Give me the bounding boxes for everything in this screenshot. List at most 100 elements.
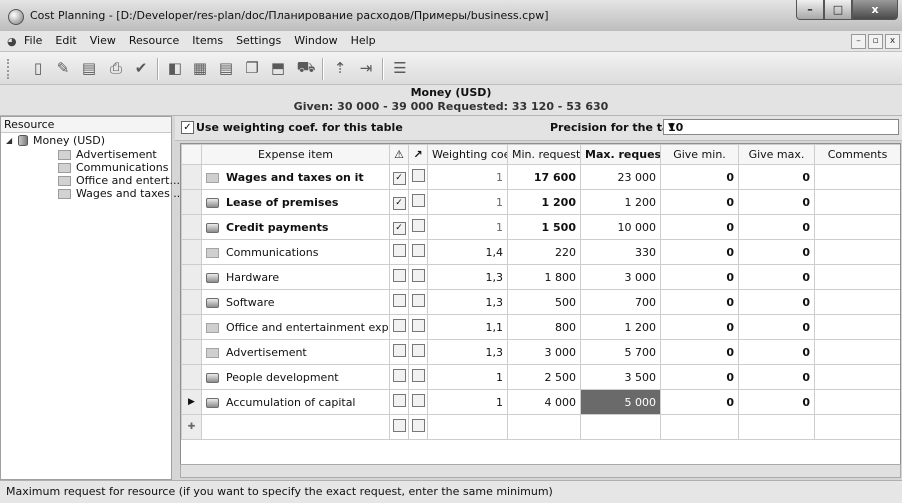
expense-item-cell[interactable] <box>201 414 390 440</box>
external-checkbox[interactable] <box>411 294 425 307</box>
max-request-cell[interactable]: 5 700 <box>580 339 661 365</box>
expense-item-cell[interactable]: Advertisement <box>201 339 390 365</box>
table-row[interactable]: Hardware 1,3 1 800 3 000 0 0 <box>181 264 900 290</box>
weighting-coef-cell[interactable]: 1,1 <box>427 314 508 340</box>
table-row[interactable]: Communications 1,4 220 330 0 0 <box>181 239 900 265</box>
give-max-cell[interactable]: 0 <box>738 264 815 290</box>
warning-checkbox[interactable] <box>392 269 406 282</box>
external-checkbox[interactable] <box>411 394 425 407</box>
min-request-cell[interactable]: 1 200 <box>507 189 581 215</box>
external-checkbox-cell[interactable] <box>408 389 428 415</box>
min-request-cell[interactable]: 220 <box>507 239 581 265</box>
menu-settings[interactable]: Settings <box>236 34 281 47</box>
resource-icon[interactable]: ◧ <box>165 58 185 78</box>
max-request-cell[interactable]: 5 000 <box>580 389 661 415</box>
save-icon[interactable]: ▤ <box>79 58 99 78</box>
expense-item-cell[interactable]: Lease of premises <box>201 189 390 215</box>
menu-view[interactable]: View <box>90 34 116 47</box>
weighting-coef-cell[interactable]: 1,4 <box>427 239 508 265</box>
external-checkbox-cell[interactable] <box>408 189 428 215</box>
weighting-coef-cell[interactable] <box>427 414 508 440</box>
give-max-cell[interactable]: 0 <box>738 339 815 365</box>
tree-item-wages[interactable]: Wages and taxes ... <box>1 187 184 200</box>
max-request-cell[interactable]: 10 000 <box>580 214 661 240</box>
give-max-cell[interactable]: 0 <box>738 214 815 240</box>
give-max-cell[interactable]: 0 <box>738 189 815 215</box>
warning-checkbox[interactable]: ✓ <box>392 221 406 235</box>
row-indicator[interactable]: ▶ <box>181 389 202 415</box>
col-comments[interactable]: Comments <box>814 144 900 165</box>
comments-cell[interactable] <box>814 389 900 415</box>
table-add-icon[interactable]: ▦ <box>190 58 210 78</box>
export-icon[interactable]: ⬒ <box>268 58 288 78</box>
col-weighting-coef[interactable]: Weighting coef <box>427 144 508 165</box>
min-request-cell[interactable]: 3 000 <box>507 339 581 365</box>
tree-item-communications[interactable]: Communications <box>1 161 171 174</box>
table-row[interactable]: Office and entertainment expenses 1,18001… <box>181 314 900 340</box>
min-request-cell[interactable]: 1 500 <box>507 214 581 240</box>
row-indicator[interactable] <box>181 364 202 390</box>
new-icon[interactable]: ▯ <box>28 58 48 78</box>
min-request-cell[interactable]: 800 <box>507 314 581 340</box>
comments-cell[interactable] <box>814 239 900 265</box>
min-request-cell[interactable]: 2 500 <box>507 364 581 390</box>
external-checkbox-cell[interactable] <box>408 164 428 190</box>
tree-item-advertisement[interactable]: Advertisement <box>1 148 171 161</box>
external-checkbox-cell[interactable] <box>408 339 428 365</box>
row-indicator[interactable] <box>181 264 202 290</box>
col-min-request[interactable]: Min. request <box>507 144 581 165</box>
warning-checkbox[interactable]: ✓ <box>392 196 406 210</box>
weighting-coef-cell[interactable]: 1 <box>427 164 508 190</box>
external-checkbox-cell[interactable] <box>408 214 428 240</box>
give-min-cell[interactable]: 0 <box>660 164 739 190</box>
row-indicator[interactable] <box>181 164 202 190</box>
row-indicator[interactable] <box>181 214 202 240</box>
give-max-cell[interactable] <box>738 414 815 440</box>
warning-checkbox-cell[interactable] <box>389 389 409 415</box>
check-icon[interactable]: ✔ <box>131 58 151 78</box>
mdi-close-button[interactable]: x <box>885 34 900 49</box>
max-request-cell[interactable]: 330 <box>580 239 661 265</box>
external-checkbox-cell[interactable] <box>408 239 428 265</box>
comments-cell[interactable] <box>814 414 900 440</box>
print-icon[interactable]: ⎙ <box>106 58 126 78</box>
tree-root-item[interactable]: ◢ Money (USD) <box>1 133 171 148</box>
warning-checkbox-cell[interactable] <box>389 414 409 440</box>
menu-resource[interactable]: Resource <box>129 34 179 47</box>
warning-checkbox[interactable] <box>392 244 406 257</box>
max-request-cell[interactable]: 3 500 <box>580 364 661 390</box>
give-min-cell[interactable]: 0 <box>660 339 739 365</box>
table-row[interactable]: ▶ Accumulation of capital 1 4 000 5 000 0 0 <box>181 389 900 415</box>
comments-cell[interactable] <box>814 289 900 315</box>
give-max-cell[interactable]: 0 <box>738 164 815 190</box>
external-checkbox-cell[interactable] <box>408 414 428 440</box>
add-row-icon[interactable]: ✚ <box>181 414 202 440</box>
col-give-max[interactable]: Give max. <box>738 144 815 165</box>
comments-cell[interactable] <box>814 214 900 240</box>
warning-checkbox[interactable] <box>392 369 406 382</box>
table-row[interactable]: Software 1,3 500 700 0 0 <box>181 289 900 315</box>
min-request-cell[interactable]: 17 600 <box>507 164 581 190</box>
app-icon[interactable] <box>8 9 24 25</box>
warning-checkbox-cell[interactable] <box>389 339 409 365</box>
expense-item-cell[interactable]: Office and entertainment expenses <box>201 314 390 340</box>
warning-checkbox-cell[interactable] <box>389 314 409 340</box>
new-row[interactable]: ✚ <box>181 414 900 440</box>
weighting-coef-cell[interactable]: 1 <box>427 389 508 415</box>
give-min-cell[interactable] <box>660 414 739 440</box>
comments-cell[interactable] <box>814 264 900 290</box>
mdi-app-icon[interactable]: ◕ <box>7 35 17 48</box>
comments-cell[interactable] <box>814 339 900 365</box>
external-checkbox[interactable] <box>411 219 425 232</box>
comments-cell[interactable] <box>814 164 900 190</box>
external-checkbox[interactable] <box>411 319 425 332</box>
give-min-cell[interactable]: 0 <box>660 364 739 390</box>
warning-checkbox-cell[interactable] <box>389 239 409 265</box>
max-request-cell[interactable]: 700 <box>580 289 661 315</box>
external-checkbox[interactable] <box>411 169 425 182</box>
precision-select[interactable]: 10 ▼ <box>663 119 899 135</box>
give-max-cell[interactable]: 0 <box>738 289 815 315</box>
external-checkbox[interactable] <box>411 419 425 432</box>
expense-item-cell[interactable]: Software <box>201 289 390 315</box>
warning-checkbox-cell[interactable]: ✓ <box>389 164 409 190</box>
